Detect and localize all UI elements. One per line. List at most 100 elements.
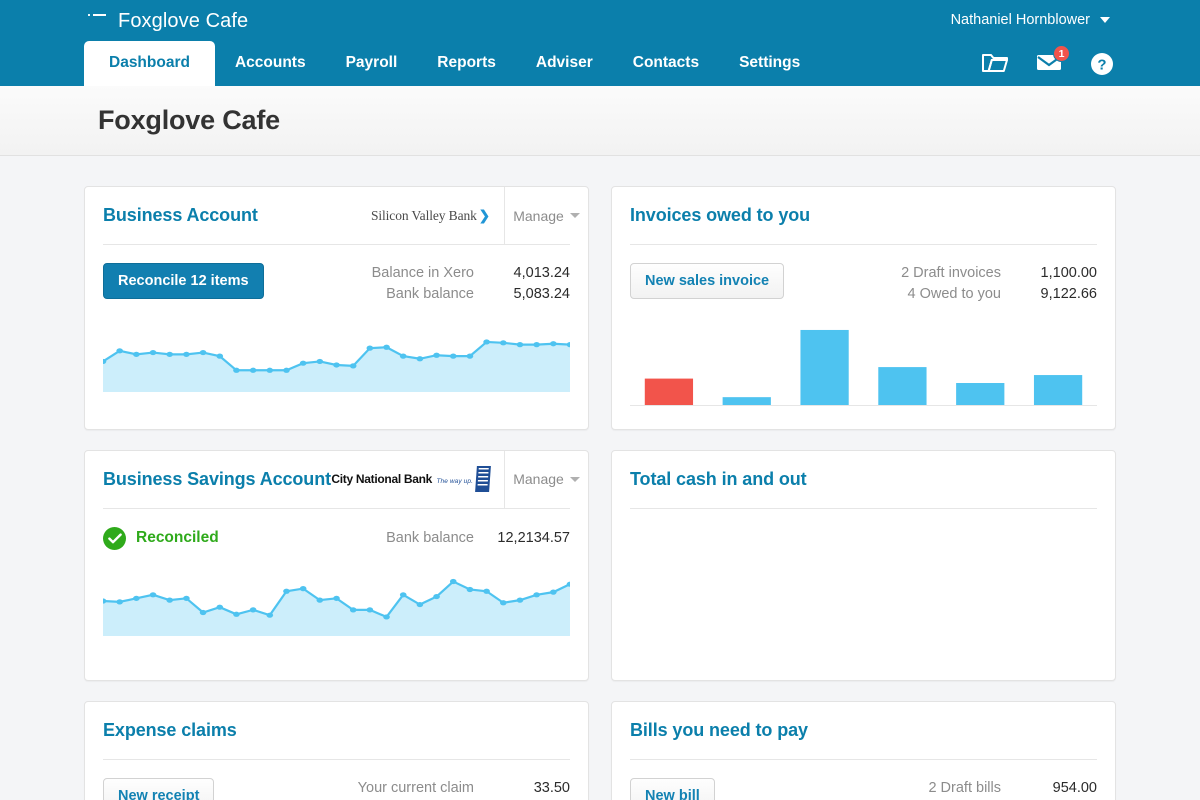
card-bills-to-pay: Bills you need to pay New bill 2 Draft b…: [611, 701, 1116, 800]
manage-label: Manage: [513, 471, 564, 487]
tab-settings[interactable]: Settings: [719, 41, 820, 86]
envelope-badge-count: 1: [1053, 45, 1070, 62]
invoice-figures: 2 Draft invoices 1,100.00 4 Owed to you …: [901, 263, 1097, 306]
bank-logo-tagline: The way up.: [436, 478, 473, 485]
figure-label: 2 Draft invoices: [901, 263, 1001, 284]
area-chart-svg: [103, 564, 570, 636]
card-body: Reconcile 12 items Balance in Xero 4,013…: [85, 245, 588, 413]
folder-icon[interactable]: [982, 52, 1008, 76]
figure-value: 33.50: [492, 778, 570, 799]
chart-x-axis: [103, 636, 570, 657]
card-header: Bills you need to pay: [612, 702, 1115, 759]
chevron-down-icon: [1100, 17, 1110, 23]
figure-label: 2 Draft bills: [928, 778, 1001, 799]
bar-chart-svg: [630, 320, 1097, 406]
tab-contacts[interactable]: Contacts: [613, 41, 719, 86]
chevron-right-icon: ❯: [479, 208, 490, 223]
card-expense-claims: Expense claims New receipt Your current …: [84, 701, 589, 800]
business-account-chart: [103, 320, 570, 413]
card-body: Reconciled Bank balance 12,2134.57: [85, 509, 588, 657]
card-header: Expense claims: [85, 702, 588, 759]
top-icon-bar: 1 ?: [982, 52, 1116, 76]
reconcile-button[interactable]: Reconcile 12 items: [103, 263, 264, 299]
tab-reports[interactable]: Reports: [417, 41, 516, 86]
envelope-icon[interactable]: 1: [1036, 52, 1062, 76]
card-body: New receipt Your current claim 33.50: [85, 760, 588, 800]
account-figures: Bank balance 12,2134.57: [386, 528, 570, 549]
figure-row: Your current claim 33.50: [358, 778, 570, 799]
card-title: Business Account: [85, 187, 371, 244]
card-header: Business Savings Account City National B…: [85, 451, 588, 508]
user-menu[interactable]: Nathaniel Hornblower: [951, 12, 1110, 28]
invoices-owed-chart: [630, 320, 1097, 429]
new-bill-button[interactable]: New bill: [630, 778, 715, 800]
chevron-down-icon: [570, 477, 580, 482]
card-business-account: Business Account Silicon Valley Bank❯ Ma…: [84, 186, 589, 430]
bank-logo-text: Silicon Valley Bank: [371, 208, 477, 223]
tab-dashboard[interactable]: Dashboard: [84, 41, 215, 86]
figure-value: 9,122.66: [1019, 284, 1097, 305]
card-total-cash: Total cash in and out: [611, 450, 1116, 681]
savings-account-chart: [103, 564, 570, 657]
user-name: Nathaniel Hornblower: [951, 12, 1090, 28]
figure-label: Bank balance: [386, 528, 474, 549]
figure-row: 4 Owed to you 9,122.66: [901, 284, 1097, 305]
tab-accounts[interactable]: Accounts: [215, 41, 326, 86]
figure-label: Balance in Xero: [372, 263, 474, 284]
manage-dropdown-savings-account[interactable]: Manage: [504, 451, 588, 508]
area-chart-svg: [103, 320, 570, 392]
card-title: Bills you need to pay: [612, 702, 1115, 759]
chart-x-axis: [630, 406, 1097, 429]
card-title: Expense claims: [85, 702, 588, 759]
card-body: New bill 2 Draft bills 954.00 5 Bills to…: [612, 760, 1115, 800]
help-icon[interactable]: ?: [1090, 52, 1116, 76]
expense-figures: Your current claim 33.50: [358, 778, 570, 799]
check-circle-icon: [103, 527, 126, 550]
chart-x-axis: [630, 657, 1097, 680]
card-header: Business Account Silicon Valley Bank❯ Ma…: [85, 187, 588, 244]
page-title: Foxglove Cafe: [98, 105, 280, 136]
card-business-savings-account: Business Savings Account City National B…: [84, 450, 589, 681]
figure-row: 2 Draft invoices 1,100.00: [901, 263, 1097, 284]
figure-row: Bank balance 5,083.24: [372, 284, 570, 305]
card-body: [612, 509, 1115, 680]
card-body: New sales invoice 2 Draft invoices 1,100…: [612, 245, 1115, 429]
status-label: Reconciled: [136, 529, 219, 547]
brand[interactable]: Foxglove Cafe: [88, 10, 248, 33]
chart-x-axis: [103, 392, 570, 413]
new-sales-invoice-button[interactable]: New sales invoice: [630, 263, 784, 299]
figure-row: Balance in Xero 4,013.24: [372, 263, 570, 284]
list-icon[interactable]: [88, 14, 106, 30]
grouped-bar-chart-svg: [630, 549, 1097, 657]
card-invoices-owed: Invoices owed to you New sales invoice 2…: [611, 186, 1116, 430]
figure-value: 954.00: [1019, 778, 1097, 799]
card-title: Business Savings Account: [85, 451, 331, 508]
figure-row: 2 Draft bills 954.00: [919, 778, 1097, 799]
account-figures: Balance in Xero 4,013.24 Bank balance 5,…: [372, 263, 570, 306]
status-badge: Reconciled: [103, 527, 219, 550]
tab-payroll[interactable]: Payroll: [326, 41, 418, 86]
figure-label: Your current claim: [358, 778, 474, 799]
main-tabs: Dashboard Accounts Payroll Reports Advis…: [84, 41, 820, 86]
dashboard-grid: Business Account Silicon Valley Bank❯ Ma…: [0, 156, 1200, 800]
card-header: Total cash in and out: [612, 451, 1115, 508]
bank-logo-city-national-bank: City National Bank The way up.: [331, 451, 504, 508]
figure-label: 4 Owed to you: [908, 284, 1002, 305]
svg-text:?: ?: [1097, 57, 1106, 74]
new-receipt-button[interactable]: New receipt: [103, 778, 214, 800]
figure-value: 5,083.24: [492, 284, 570, 305]
figure-value: 12,2134.57: [492, 528, 570, 549]
manage-dropdown-business-account[interactable]: Manage: [504, 187, 588, 244]
bill-figures: 2 Draft bills 954.00 5 Bills to pay 3,13…: [919, 778, 1097, 800]
figure-value: 1,100.00: [1019, 263, 1097, 284]
tab-adviser[interactable]: Adviser: [516, 41, 613, 86]
card-title: Invoices owed to you: [612, 187, 1115, 244]
figure-label: Bank balance: [386, 284, 474, 305]
figure-value: 4,013.24: [492, 263, 570, 284]
page-header: Foxglove Cafe: [0, 86, 1200, 156]
total-cash-chart: [630, 549, 1097, 680]
card-title: Total cash in and out: [612, 451, 1115, 508]
org-name: Foxglove Cafe: [118, 10, 248, 33]
bank-logo-silicon-valley-bank: Silicon Valley Bank❯: [371, 187, 504, 244]
figure-row: Bank balance 12,2134.57: [386, 528, 570, 549]
